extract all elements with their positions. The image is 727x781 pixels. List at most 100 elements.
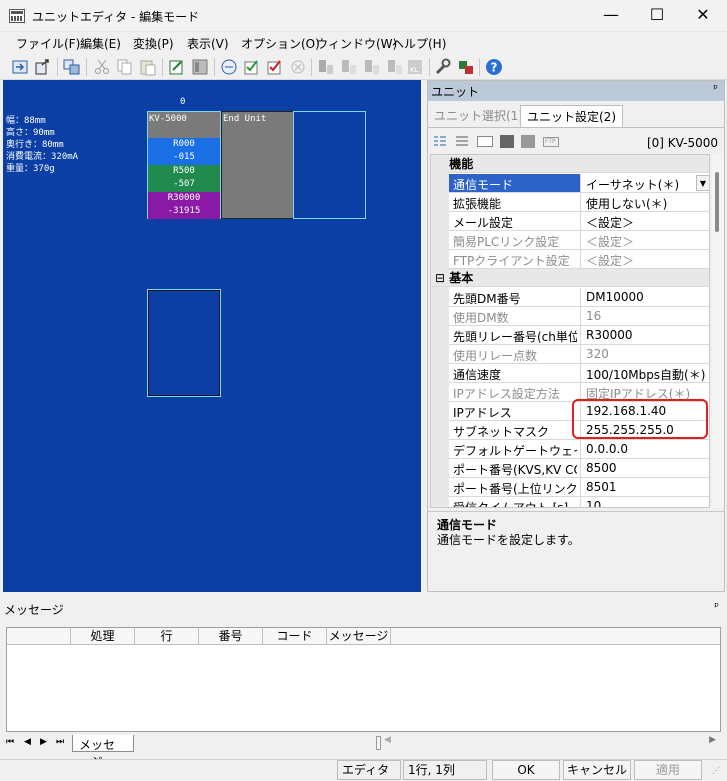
check-icon[interactable] bbox=[265, 57, 285, 77]
clear-icon[interactable] bbox=[288, 57, 308, 77]
transfer-icon[interactable] bbox=[62, 57, 82, 77]
empty-slot[interactable] bbox=[293, 111, 366, 219]
row-relay-points[interactable]: 使用リレー点数 320 bbox=[449, 345, 709, 364]
cancel-button[interactable]: キャンセル bbox=[563, 760, 631, 780]
relay-block-3[interactable]: R30000 -31915 bbox=[148, 192, 220, 219]
monitor2-icon[interactable] bbox=[339, 57, 359, 77]
toolbar-separator bbox=[57, 58, 58, 76]
unit-caption: [0] KV-5000 bbox=[646, 136, 718, 150]
minimize-button[interactable]: — bbox=[588, 0, 634, 32]
help-icon[interactable]: ? bbox=[484, 57, 504, 77]
message-pin-icon[interactable]: ᵖ bbox=[714, 600, 719, 613]
menu-view[interactable]: 表示(V) bbox=[187, 35, 229, 52]
property-grid[interactable]: ⊟ 機能 通信モード イーサネット(＊) ▼ 拡張機能使用しない(＊) メール設… bbox=[430, 154, 710, 508]
row-comm-mode[interactable]: 通信モード イーサネット(＊) ▼ bbox=[449, 174, 709, 193]
sort-alpha-icon[interactable] bbox=[455, 135, 469, 148]
collapse-icon[interactable]: ⊟ bbox=[435, 271, 445, 285]
expansion-slot[interactable] bbox=[147, 289, 221, 397]
apply-button[interactable]: 適用 bbox=[634, 760, 702, 780]
tab-messages[interactable]: メッセージ bbox=[72, 735, 134, 769]
scrollbar-thumb[interactable] bbox=[715, 172, 719, 232]
relay-block-2[interactable]: R500 -507 bbox=[148, 165, 220, 192]
monitor4-icon[interactable] bbox=[385, 57, 405, 77]
category-basic[interactable]: ⊟ 基本 bbox=[432, 269, 709, 287]
next-page-icon[interactable]: ▶ bbox=[40, 737, 47, 747]
row-extension[interactable]: 拡張機能 使用しない(＊) bbox=[449, 193, 709, 212]
menu-options[interactable]: オプション(O) bbox=[241, 35, 320, 52]
import-icon[interactable] bbox=[10, 57, 30, 77]
cut-icon[interactable] bbox=[92, 57, 112, 77]
unit-icon[interactable] bbox=[190, 57, 210, 77]
menu-edit[interactable]: 編集(E) bbox=[80, 35, 121, 52]
ftp-icon[interactable]: FTP bbox=[543, 137, 559, 147]
edit-icon[interactable] bbox=[167, 57, 187, 77]
ok-button[interactable]: OK bbox=[492, 760, 560, 780]
first-page-icon[interactable]: ⏮ bbox=[6, 737, 14, 747]
menu-bar: ファイル(F) 編集(E) 変換(P) 表示(V) オプション(O) ウィンドウ… bbox=[0, 32, 727, 54]
menu-window[interactable]: ウィンドウ(W) bbox=[316, 35, 397, 52]
row-dm-count[interactable]: 使用DM数 16 bbox=[449, 307, 709, 326]
copy-icon[interactable] bbox=[115, 57, 135, 77]
prev-page-icon[interactable]: ◀ bbox=[24, 737, 31, 747]
col-message[interactable]: メッセージ bbox=[327, 628, 391, 645]
tab-unit-settings[interactable]: ユニット設定(2) bbox=[520, 105, 623, 127]
grid-gutter bbox=[431, 155, 449, 507]
row-relay-start[interactable]: 先頭リレー番号(ch単位) R30000 bbox=[449, 326, 709, 345]
message-tab-bar: ⏮ ◀ ▶ ⏭ メッセージ ◀ ▶ bbox=[0, 735, 727, 769]
horizontal-scrollbar[interactable]: ◀ ▶ bbox=[384, 735, 716, 749]
description-text: 通信モードを設定します。 bbox=[437, 533, 580, 547]
row-comm-speed[interactable]: 通信速度 100/10Mbps自動(＊) bbox=[449, 364, 709, 383]
col-number[interactable]: 番号 bbox=[199, 628, 263, 645]
pin-icon[interactable]: ᵖ bbox=[713, 82, 718, 95]
col-line[interactable]: 行 bbox=[135, 628, 199, 645]
row-port-kvs[interactable]: ポート番号(KVS,KV COM+)8500 bbox=[449, 459, 709, 478]
row-mail-settings[interactable]: メール設定 ＜設定＞ bbox=[449, 212, 709, 231]
dropdown-arrow-icon[interactable]: ▼ bbox=[696, 175, 709, 191]
maximize-button[interactable]: ☐ bbox=[634, 0, 680, 32]
end-unit[interactable]: End Unit bbox=[221, 111, 294, 219]
row-recv-timeout[interactable]: 受信タイムアウト [s] 10 bbox=[449, 497, 709, 507]
property-scrollbar[interactable] bbox=[712, 154, 724, 508]
window-title: ユニットエディタ - 編集モード bbox=[32, 10, 200, 24]
kl-icon[interactable]: KL bbox=[405, 57, 425, 77]
tab-unit-select[interactable]: ユニット選択(1) bbox=[428, 105, 529, 127]
cpu-unit-name: KV-5000 bbox=[149, 114, 187, 124]
last-page-icon[interactable]: ⏭ bbox=[56, 737, 64, 747]
title-bar: ユニットエディタ - 編集モード — ☐ ✕ bbox=[0, 0, 727, 32]
export-icon[interactable] bbox=[33, 57, 53, 77]
row-ftp-client[interactable]: FTPクライアント設定 ＜設定＞ bbox=[449, 250, 709, 269]
sort-category-icon[interactable] bbox=[433, 135, 447, 148]
comm-check-icon[interactable] bbox=[219, 57, 239, 77]
mail-icon[interactable] bbox=[477, 136, 493, 147]
relay-block-1[interactable]: R000 -015 bbox=[148, 138, 220, 165]
description-area: 通信モード 通信モードを設定します。 bbox=[428, 511, 724, 591]
menu-file[interactable]: ファイル(F) bbox=[16, 35, 80, 52]
verify-icon[interactable] bbox=[242, 57, 262, 77]
menu-convert[interactable]: 変換(P) bbox=[133, 35, 174, 52]
row-default-gateway[interactable]: デフォルトゲートウェイ 0.0.0.0 bbox=[449, 440, 709, 459]
monitor-icon[interactable] bbox=[316, 57, 336, 77]
message-table[interactable]: 処理 行 番号 コード メッセージ bbox=[6, 627, 721, 732]
category-function[interactable]: ⊟ 機能 bbox=[432, 155, 709, 173]
col-code[interactable]: コード bbox=[263, 628, 327, 645]
cpu-unit[interactable]: KV-5000 R000 -015 R500 -507 R30000 -31915 bbox=[147, 111, 221, 219]
splitter-handle[interactable] bbox=[376, 736, 381, 750]
col-process[interactable]: 処理 bbox=[71, 628, 135, 645]
monitor3-icon[interactable] bbox=[362, 57, 382, 77]
col-blank[interactable] bbox=[7, 628, 71, 645]
row-plc-link[interactable]: 簡易PLCリンク設定 ＜設定＞ bbox=[449, 231, 709, 250]
settings-icon[interactable] bbox=[456, 57, 476, 77]
paste-icon[interactable] bbox=[138, 57, 158, 77]
wrench-icon[interactable] bbox=[433, 57, 453, 77]
save-icon[interactable] bbox=[500, 135, 514, 148]
unit-canvas[interactable]: 0 幅：88mm 高さ：90mm 奥行き：80mm 消費電流：320mA 重量：… bbox=[3, 80, 421, 592]
resize-grip-icon[interactable]: ⋰ bbox=[712, 766, 722, 776]
unit-panel: ユニット ᵖ ユニット選択(1) ユニット設定(2) FTP [0] KV-50… bbox=[427, 80, 725, 592]
close-button[interactable]: ✕ bbox=[680, 0, 726, 32]
copy-settings-icon[interactable] bbox=[521, 135, 535, 148]
toolbar-separator bbox=[479, 58, 480, 76]
menu-help[interactable]: ヘルプ(H) bbox=[392, 35, 446, 52]
row-port-hostlink[interactable]: ポート番号(上位リンク) 8501 bbox=[449, 478, 709, 497]
slot-number: 0 bbox=[180, 97, 186, 107]
row-dm-start[interactable]: 先頭DM番号 DM10000 bbox=[449, 288, 709, 307]
